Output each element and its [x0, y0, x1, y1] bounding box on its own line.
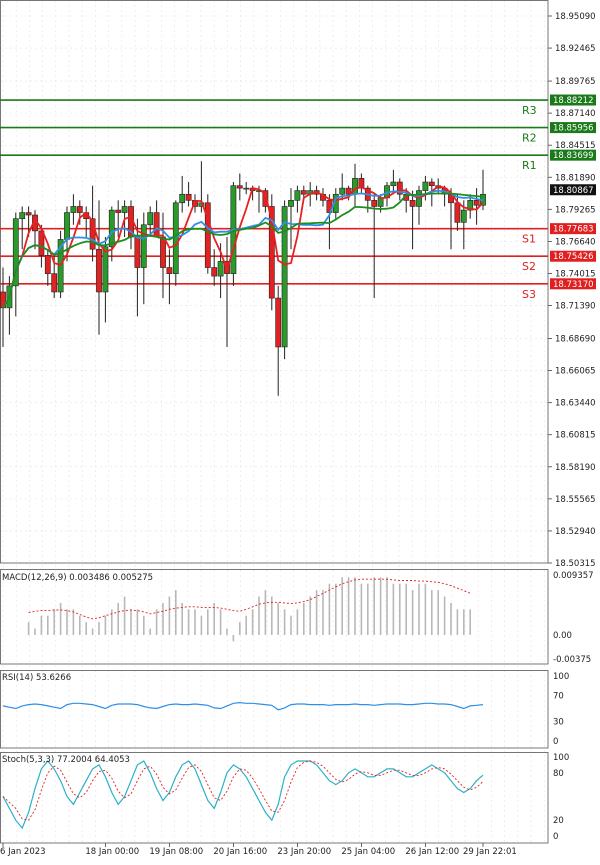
- price-tick-label: 18.95090: [555, 12, 596, 22]
- stoch-label: Stoch(5,3,3) 77.2004 64.4053: [2, 755, 130, 765]
- price-tick-label: 18.79265: [555, 205, 596, 215]
- candle-body: [345, 187, 352, 195]
- candle-body: [281, 206, 288, 348]
- rsi-tick-label: 70: [553, 692, 564, 702]
- price-tick-label: 18.89765: [555, 77, 596, 87]
- price-tick-label: 18.68690: [555, 335, 596, 345]
- level-name-s1: S1: [522, 233, 536, 246]
- level-value-label: 18.73170: [553, 280, 594, 290]
- candle-body: [390, 181, 397, 186]
- price-tick-label: 18.71390: [555, 302, 596, 312]
- stoch-tick-label: 80: [553, 769, 564, 779]
- candle-body: [409, 200, 416, 207]
- price-tick-label: 18.92465: [555, 44, 596, 54]
- candle-body: [160, 236, 166, 268]
- candle-body: [339, 187, 346, 195]
- level-name-r1: R1: [522, 159, 537, 172]
- level-value-label: 18.83699: [553, 151, 594, 161]
- stoch-tick-label: 0: [553, 832, 558, 842]
- candle-body: [288, 200, 294, 207]
- level-value-label: 18.85956: [553, 124, 594, 134]
- candle-body: [422, 181, 429, 191]
- time-tick-label: 20 Jan 16:00: [213, 847, 267, 857]
- candle-body: [377, 197, 384, 207]
- time-tick-label: 26 Jan 12:00: [405, 847, 459, 857]
- candle-body: [179, 193, 186, 204]
- candle-body: [236, 185, 243, 189]
- candle-body: [428, 181, 435, 186]
- level-name-s3: S3: [522, 288, 536, 301]
- macd-tick-label: -0.00375: [553, 655, 591, 665]
- candle-body: [147, 212, 154, 226]
- price-tick-label: 18.55565: [555, 495, 596, 505]
- candle-body: [44, 255, 51, 274]
- price-tick-label: 18.87140: [555, 109, 596, 119]
- stoch-tick-label: 20: [553, 816, 564, 826]
- candle-body: [96, 248, 102, 293]
- level-name-s2: S2: [522, 260, 536, 273]
- macd-tick-label: 0.009357: [553, 571, 594, 581]
- rsi-tick-label: 0: [553, 737, 558, 747]
- price-tick-label: 18.81890: [555, 173, 596, 183]
- candle-body: [300, 190, 307, 195]
- candle-body: [473, 200, 480, 206]
- candle-body: [371, 200, 378, 207]
- candle-body: [172, 202, 179, 274]
- candle-body: [121, 206, 128, 213]
- candle-body: [454, 202, 461, 223]
- price-tick-label: 18.60815: [555, 431, 596, 441]
- candle-body: [217, 261, 224, 277]
- macd-label: MACD(12,26,9) 0.003486 0.005275: [2, 573, 153, 583]
- price-tick-label: 18.63440: [555, 399, 596, 409]
- time-tick-label: 18 Jan 00:00: [85, 847, 139, 857]
- candle-body: [140, 224, 147, 268]
- candle-body: [153, 212, 160, 238]
- price-tick-label: 18.76640: [555, 237, 596, 247]
- rsi-label: RSI(14) 53.6266: [2, 673, 71, 683]
- candle-body: [275, 297, 282, 348]
- candle-body: [51, 273, 58, 293]
- time-tick-label: 19 Jan 08:00: [149, 847, 203, 857]
- candle-body: [243, 187, 250, 190]
- candle-body: [294, 190, 301, 201]
- time-tick-label: 29 Jan 22:01: [463, 847, 517, 857]
- macd-tick-label: 0.00: [553, 631, 572, 641]
- level-name-r2: R2: [522, 132, 537, 145]
- candle-body: [102, 246, 109, 293]
- candle-body: [25, 212, 32, 216]
- level-value-label: 18.88212: [553, 96, 594, 106]
- price-tick-label: 18.50315: [555, 559, 596, 569]
- time-tick-label: 6 Jan 2023: [0, 847, 46, 857]
- price-tick-label: 18.52940: [555, 527, 596, 537]
- candle-body: [70, 206, 77, 213]
- candle-body: [185, 193, 192, 201]
- candle-body: [19, 212, 26, 219]
- level-name-r3: R3: [522, 104, 537, 117]
- candle-body: [166, 267, 173, 274]
- chart-window: R3 R2 R1 S1 S2 S3 18.95090 18.92465 18.89765 18.…: [0, 0, 600, 861]
- candle-body: [64, 212, 70, 240]
- time-tick-label: 23 Jan 20:00: [277, 847, 331, 857]
- last-price-label: 18.80867: [553, 186, 594, 196]
- price-tick-label: 18.58190: [555, 463, 596, 473]
- candle-body: [134, 236, 141, 268]
- candle-body: [76, 206, 83, 213]
- candle-body: [460, 209, 467, 223]
- candle-body: [108, 209, 115, 248]
- time-tick-label: 25 Jan 04:00: [341, 847, 395, 857]
- stoch-tick-label: 100: [553, 753, 569, 763]
- price-tick-label: 18.74015: [555, 269, 596, 279]
- level-value-label: 18.77683: [553, 225, 594, 235]
- trading-chart: R3 R2 R1 S1 S2 S3 18.95090 18.92465 18.89765 18.…: [0, 0, 600, 861]
- candle-body: [115, 209, 122, 213]
- level-value-label: 18.75426: [553, 252, 594, 262]
- rsi-tick-label: 30: [553, 718, 564, 728]
- price-tick-label: 18.66065: [555, 367, 596, 377]
- candle-body: [211, 267, 218, 277]
- rsi-tick-label: 100: [553, 672, 569, 682]
